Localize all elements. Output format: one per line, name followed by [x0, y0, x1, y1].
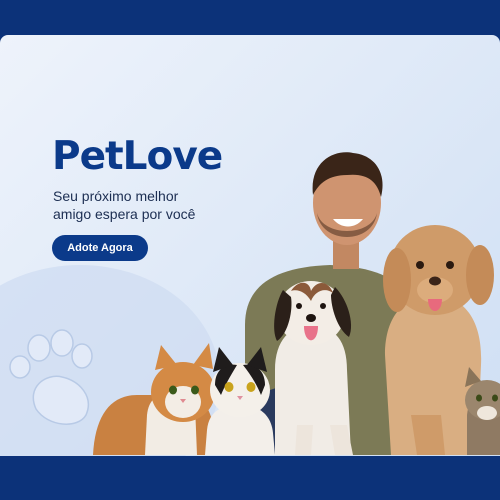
orange-cat [93, 343, 215, 455]
hero-photo-man-with-pets [93, 152, 500, 455]
spaniel-dog [274, 281, 353, 455]
bottom-bar [0, 456, 500, 500]
tuxedo-cat [205, 347, 275, 455]
tabby-cat [465, 367, 500, 455]
top-bar [0, 0, 500, 35]
hero-banner: PetLove Seu próximo melhor amigo espera … [0, 35, 500, 456]
